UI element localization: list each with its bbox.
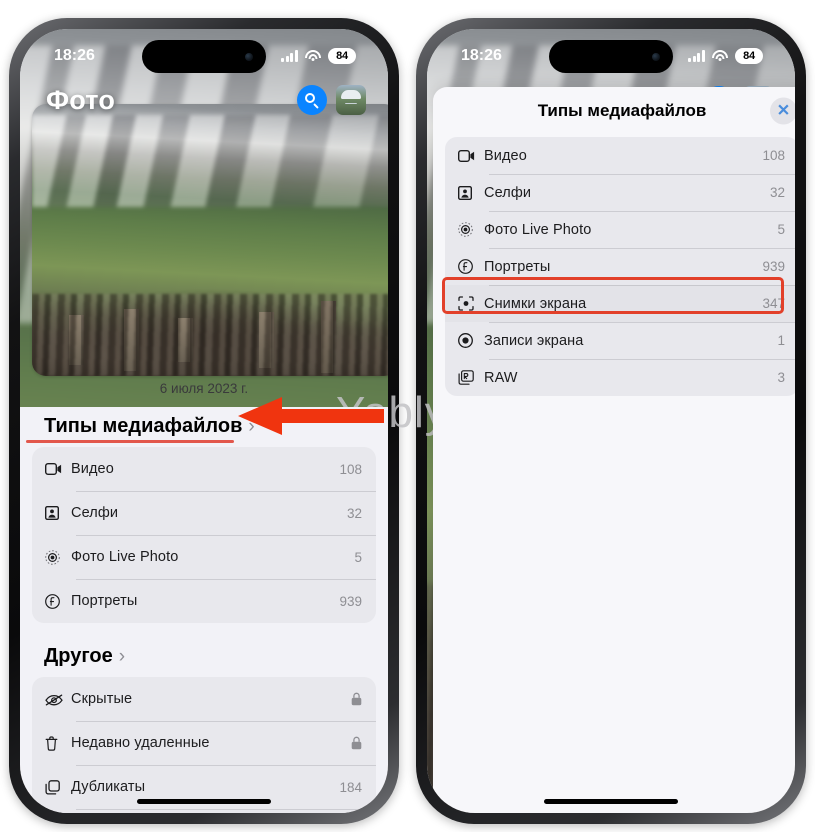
list-item-label: Снимки экрана: [484, 295, 587, 312]
annotation-underline: [26, 440, 234, 443]
list-item[interactable]: RAW 3: [445, 359, 795, 396]
modal-title: Типы медиафайлов: [537, 101, 707, 120]
left-scroll-content: Типы медиафайлов › Видео 108 Селфи 32 Фо…: [20, 407, 388, 813]
featured-photo[interactable]: [32, 104, 388, 376]
section-title: Типы медиафайлов: [44, 415, 243, 437]
lock-icon: [351, 736, 362, 750]
list-item[interactable]: Фото Live Photo 5: [32, 535, 376, 579]
dynamic-island: [142, 40, 266, 73]
list-item[interactable]: Скрытые: [32, 677, 376, 721]
photo-thumbnail-icon[interactable]: [336, 85, 366, 115]
section-title: Другое: [44, 645, 113, 667]
list-item[interactable]: Портреты 939: [32, 579, 376, 623]
dynamic-island: [549, 40, 673, 73]
list-item-count: 1: [777, 333, 785, 348]
list-item[interactable]: Чеки 1: [32, 809, 376, 813]
live-photo-icon: [45, 549, 71, 565]
screenshot-icon: [458, 296, 484, 311]
battery-badge: 84: [735, 48, 763, 64]
list-item[interactable]: Записи экрана 1: [445, 322, 795, 359]
list-item-label: Селфи: [71, 505, 119, 521]
screenshot-root: 18:26 84 Фото 6 июля 2023 г. Типы медиаф…: [0, 0, 815, 832]
status-time: 18:26: [461, 47, 502, 64]
lock-icon: [351, 692, 362, 706]
list-item-count: 32: [346, 505, 362, 521]
home-indicator: [544, 799, 678, 804]
chevron-right-icon: ›: [118, 646, 126, 667]
list-item-label: Видео: [484, 147, 527, 164]
selfie-portrait-icon: [458, 185, 484, 200]
modal-media-types-list: Видео 108 Селфи 32 Фото Live Photo 5 Пор…: [445, 137, 795, 396]
list-item-screenshots[interactable]: Снимки экрана 347: [445, 285, 795, 322]
cellular-bars-icon: [281, 50, 298, 62]
list-item-label: Записи экрана: [484, 332, 584, 349]
eye-slash-icon: [45, 693, 71, 706]
list-item-label: RAW: [484, 369, 518, 386]
list-item[interactable]: Фото Live Photo 5: [445, 211, 795, 248]
screen-recording-icon: [458, 333, 484, 348]
list-item[interactable]: Селфи 32: [32, 491, 376, 535]
section-header-other[interactable]: Другое ›: [32, 637, 376, 674]
media-types-modal: Типы медиафайлов ✕ Видео 108 Селфи 32 Фо…: [433, 87, 795, 813]
list-item-label: Видео: [71, 461, 114, 477]
list-item-label: Фото Live Photo: [484, 221, 592, 238]
selfie-portrait-icon: [45, 506, 71, 520]
list-item-label: Портреты: [71, 593, 138, 609]
list-item-label: Портреты: [484, 258, 551, 275]
modal-header: Типы медиафайлов ✕: [433, 87, 795, 135]
home-indicator: [137, 799, 271, 804]
list-item-count: 5: [354, 549, 362, 565]
portrait-f-icon: [458, 259, 484, 274]
list-item-label: Дубликаты: [71, 779, 146, 795]
list-item-count: 5: [777, 222, 785, 237]
list-item-count: 939: [762, 259, 785, 274]
list-item[interactable]: Видео 108: [445, 137, 795, 174]
status-time: 18:26: [54, 47, 95, 64]
battery-badge: 84: [328, 48, 356, 64]
list-item-count: 184: [339, 779, 362, 795]
right-phone-screen: 18:26 84 Типы медиафайлов ✕ Видео 108 Се…: [427, 29, 795, 813]
list-item-count: 32: [769, 185, 785, 200]
list-item-count: 3: [777, 370, 785, 385]
list-item[interactable]: Портреты 939: [445, 248, 795, 285]
list-item[interactable]: Недавно удаленные: [32, 721, 376, 765]
list-item[interactable]: Видео 108: [32, 447, 376, 491]
duplicate-icon: [45, 779, 71, 795]
list-item-count: 939: [339, 593, 362, 609]
photo-date-caption: 6 июля 2023 г.: [159, 381, 249, 396]
search-icon: [305, 93, 319, 109]
close-x-icon[interactable]: ✕: [770, 97, 795, 125]
page-title: Фото: [46, 85, 116, 115]
trash-icon: [45, 735, 71, 751]
media-types-list: Видео 108 Селфи 32 Фото Live Photo 5 Пор…: [32, 447, 376, 623]
video-camera-icon: [45, 463, 71, 475]
wifi-icon: [712, 50, 728, 62]
cellular-bars-icon: [688, 50, 705, 62]
list-item-count: 108: [339, 461, 362, 477]
annotation-arrow: [236, 396, 384, 436]
list-item-label: Селфи: [484, 184, 532, 201]
live-photo-icon: [458, 222, 484, 237]
wifi-icon: [305, 50, 321, 62]
list-item-label: Скрытые: [71, 691, 133, 707]
list-item-count: 347: [762, 296, 785, 311]
list-item-label: Недавно удаленные: [71, 735, 210, 751]
search-button[interactable]: [297, 85, 327, 115]
portrait-f-icon: [45, 593, 71, 609]
raw-icon: [458, 370, 484, 385]
list-item[interactable]: Селфи 32: [445, 174, 795, 211]
list-item-count: 108: [762, 148, 785, 163]
list-item-label: Фото Live Photo: [71, 549, 179, 565]
right-phone-frame: 18:26 84 Типы медиафайлов ✕ Видео 108 Се…: [416, 18, 806, 824]
other-list: Скрытые Недавно удаленные Дубликаты 184: [32, 677, 376, 813]
left-top-actions: [297, 85, 366, 115]
video-camera-icon: [458, 149, 484, 162]
